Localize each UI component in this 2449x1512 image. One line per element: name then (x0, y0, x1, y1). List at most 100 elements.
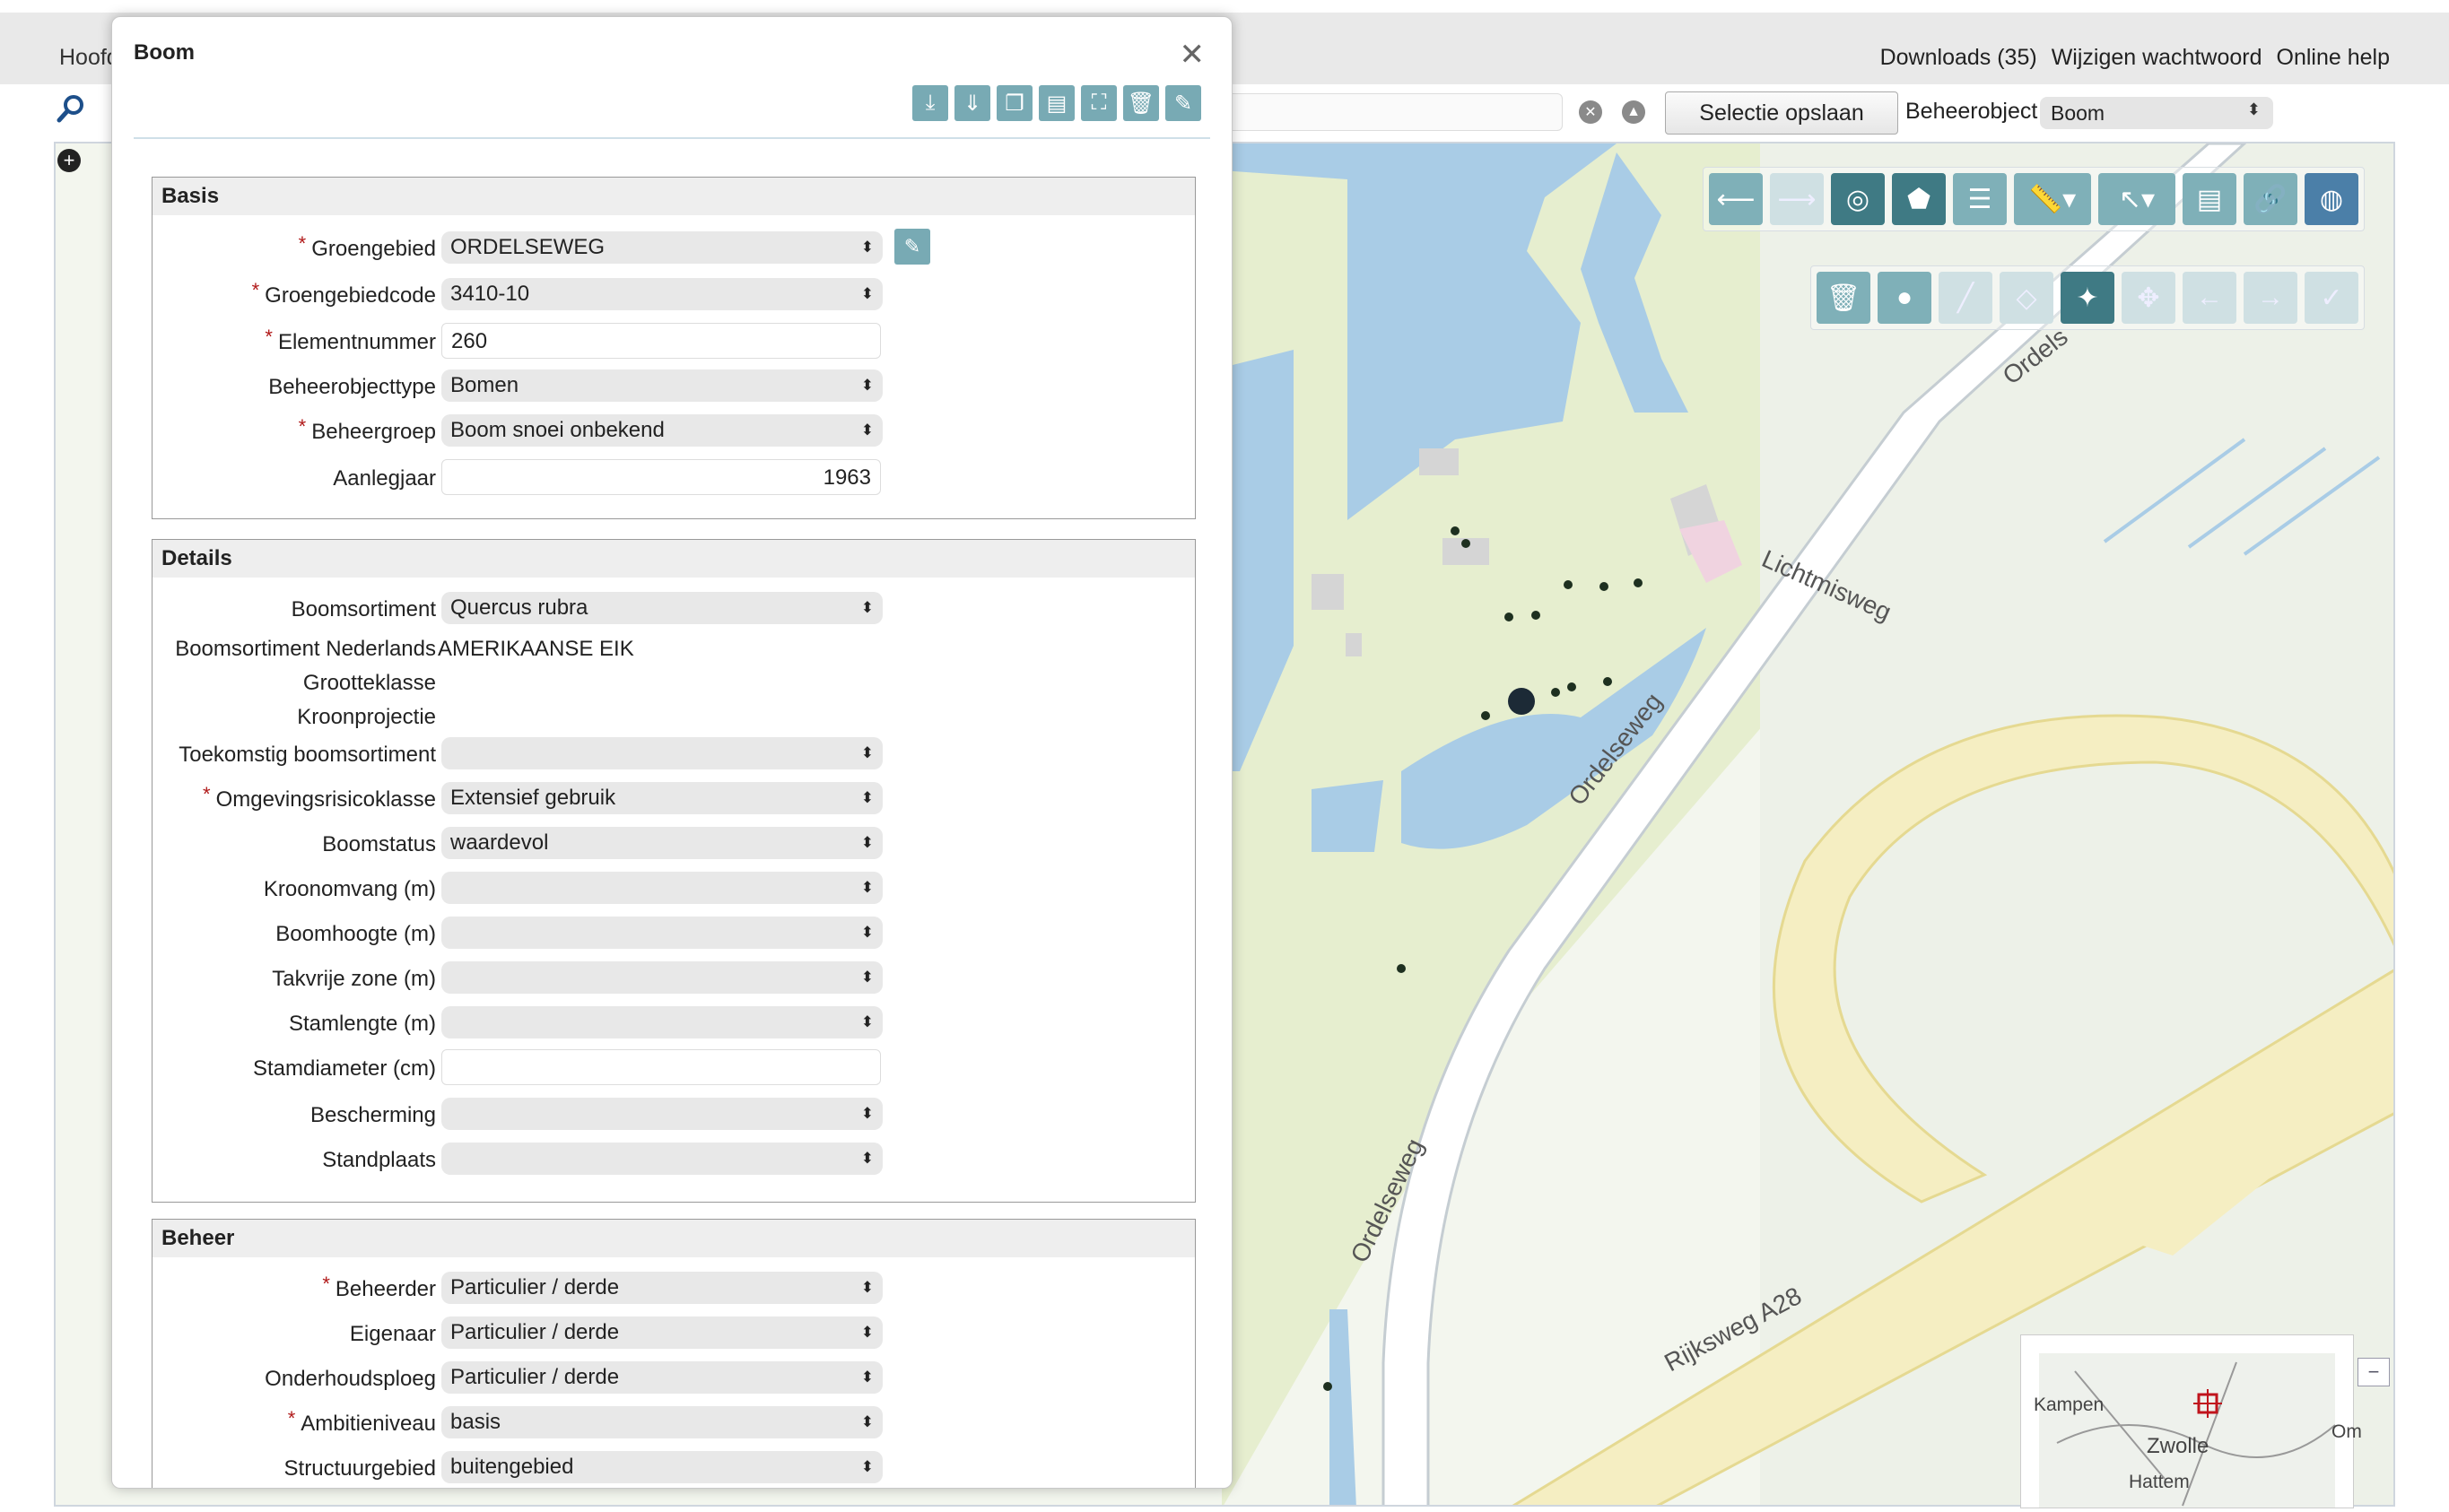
field-takvrije-zone: Takvrije zone (m) ⬍ (153, 960, 1195, 995)
boomstatus-select[interactable]: waardevol ⬍ (441, 827, 883, 859)
select-arrows-icon: ⬍ (860, 421, 874, 439)
field-label: Groengebiedcode (265, 283, 436, 308)
downloads-link[interactable]: Downloads (35) (1880, 45, 2037, 71)
undo-icon[interactable]: ← (2183, 272, 2236, 324)
edit-pencil-icon[interactable]: ✎ (894, 229, 930, 265)
measure-icon[interactable]: 📏▾ (2014, 173, 2091, 225)
point-icon[interactable]: ● (1878, 272, 1931, 324)
select-value: ORDELSEWEG (450, 235, 606, 259)
stamdiameter-input[interactable] (441, 1049, 881, 1085)
select-value: 3410-10 (450, 282, 530, 306)
download-all-icon[interactable]: ⇓ (954, 85, 990, 121)
section-title: Beheer (153, 1220, 1195, 1257)
select-arrows-icon: ⬍ (860, 239, 874, 256)
overview-map[interactable]: Kampen Zwolle Hattem Om (2020, 1334, 2362, 1508)
select-arrows-icon: ⬍ (860, 1458, 874, 1475)
beheerobject-select[interactable]: Boom ⬍ (2040, 97, 2273, 129)
back-arrow-icon[interactable]: ⟵ (1709, 173, 1763, 225)
document-icon[interactable]: ▤ (1039, 85, 1075, 121)
field-label: Ambitieniveau (301, 1412, 436, 1436)
required-marker: * (287, 1407, 296, 1429)
download-icon[interactable]: ⤓ (912, 85, 948, 121)
search-input[interactable] (1220, 93, 1563, 131)
trash-icon[interactable]: 🗑 (1123, 85, 1159, 121)
field-label: Toekomstig boomsortiment (179, 743, 436, 767)
dialog-title: Boom (134, 40, 195, 65)
print-icon[interactable]: ▤ (2183, 173, 2236, 225)
beheerder-select[interactable]: Particulier / derde ⬍ (441, 1272, 883, 1304)
overview-label: Kampen (2034, 1395, 2105, 1415)
field-boomsortiment: Boomsortiment Quercus rubra ⬍ (153, 590, 1195, 626)
polygon-icon[interactable]: ⬟ (1892, 173, 1946, 225)
edit-polygon-icon[interactable]: ✦ (2061, 272, 2114, 324)
boomsortiment-select[interactable]: Quercus rubra ⬍ (441, 592, 883, 624)
divider (134, 137, 1210, 139)
stamlengte-select[interactable]: ⬍ (441, 1006, 883, 1038)
overview-collapse-icon[interactable]: − (2357, 1358, 2390, 1386)
kroonomvang-select[interactable]: ⬍ (441, 872, 883, 904)
omgevingsrisicoklasse-select[interactable]: Extensief gebruik ⬍ (441, 782, 883, 814)
line-icon[interactable]: ╱ (1939, 272, 1992, 324)
overview-label: Zwolle (2147, 1434, 2209, 1458)
bescherming-select[interactable]: ⬍ (441, 1098, 883, 1130)
field-label: Omgevingsrisicoklasse (215, 787, 436, 812)
select-arrows-icon: ⬍ (2246, 100, 2261, 118)
beheerobjecttype-select[interactable]: Bomen ⬍ (441, 369, 883, 402)
redo-icon[interactable]: → (2244, 272, 2297, 324)
select-arrows-icon: ⬍ (860, 1013, 874, 1030)
collapse-icon[interactable]: ▲ (1622, 100, 1645, 124)
field-stamlengte: Stamlengte (m) ⬍ (153, 1004, 1195, 1040)
home-link[interactable]: Hoofd (59, 45, 119, 71)
zoom-to-icon[interactable]: ⛶ (1081, 85, 1117, 121)
select-pointer-icon[interactable]: ↖▾ (2098, 173, 2175, 225)
select-value: Extensief gebruik (450, 786, 616, 810)
beheergroep-select[interactable]: Boom snoei onbekend ⬍ (441, 414, 883, 447)
link-icon[interactable]: 🔗 (2244, 173, 2297, 225)
clear-search-icon[interactable]: ✕ (1579, 100, 1602, 124)
check-icon[interactable]: ✓ (2305, 272, 2358, 324)
field-eigenaar: Eigenaar Particulier / derde ⬍ (153, 1315, 1195, 1351)
shape-icon[interactable]: ◇ (2000, 272, 2053, 324)
field-boomsortiment-nl: Boomsortiment Nederlands AMERIKAANSE EIK (153, 630, 1195, 665)
field-structuurgebied: Structuurgebied buitengebied ⬍ (153, 1449, 1195, 1485)
field-aanlegjaar: Aanlegjaar 1963 (153, 459, 1195, 495)
eigenaar-select[interactable]: Particulier / derde ⬍ (441, 1316, 883, 1349)
move-icon[interactable]: ✥ (2122, 272, 2175, 324)
delete-icon[interactable]: 🗑 (1817, 272, 1870, 324)
field-label: Boomsortiment Nederlands (175, 637, 436, 661)
ambitieniveau-select[interactable]: basis ⬍ (441, 1406, 883, 1438)
save-selection-button[interactable]: Selectie opslaan (1665, 91, 1898, 135)
elementnummer-input[interactable]: 260 (441, 323, 881, 359)
field-kroonomvang: Kroonomvang (m) ⬍ (153, 870, 1195, 906)
structuurgebied-select[interactable]: buitengebied ⬍ (441, 1451, 883, 1483)
online-help-link[interactable]: Online help (2277, 45, 2390, 71)
target-icon[interactable]: ◎ (1831, 173, 1885, 225)
zoom-in-icon[interactable]: + (57, 149, 81, 172)
aanlegjaar-input[interactable]: 1963 (441, 459, 881, 495)
change-password-link[interactable]: Wijzigen wachtwoord (2052, 45, 2262, 71)
onderhoudsploeg-select[interactable]: Particulier / derde ⬍ (441, 1361, 883, 1394)
select-arrows-icon: ⬍ (860, 789, 874, 806)
edit-icon[interactable]: ✎ (1165, 85, 1201, 121)
boomhoogte-select[interactable]: ⬍ (441, 917, 883, 949)
field-bescherming: Bescherming ⬍ (153, 1096, 1195, 1132)
copy-icon[interactable]: ❐ (997, 85, 1033, 121)
search-icon[interactable] (56, 93, 86, 124)
field-onderhoudsploeg: Onderhoudsploeg Particulier / derde ⬍ (153, 1360, 1195, 1395)
select-arrows-icon: ⬍ (860, 879, 874, 896)
toekomstig-boomsortiment-select[interactable]: ⬍ (441, 737, 883, 769)
layers-icon[interactable]: ☰ (1953, 173, 2007, 225)
map-toolbar-edit: 🗑 ● ╱ ◇ ✦ ✥ ← → ✓ (1810, 265, 2365, 330)
close-icon[interactable]: ✕ (1180, 37, 1206, 73)
field-label: Bescherming (309, 1103, 436, 1127)
standplaats-select[interactable]: ⬍ (441, 1143, 883, 1175)
forward-arrow-icon[interactable]: ⟶ (1770, 173, 1824, 225)
dialog-toolbar: ⤓ ⇓ ❐ ▤ ⛶ 🗑 ✎ (912, 85, 1201, 121)
required-marker: * (322, 1273, 330, 1295)
field-label: Stamlengte (m) (288, 1012, 436, 1036)
groengebiedcode-select[interactable]: 3410-10 ⬍ (441, 278, 883, 310)
takvrije-zone-select[interactable]: ⬍ (441, 961, 883, 994)
globe-icon[interactable]: ◍ (2305, 173, 2358, 225)
field-beheergroep: * Beheergroep Boom snoei onbekend ⬍ (153, 413, 1195, 448)
groengebied-select[interactable]: ORDELSEWEG ⬍ (441, 231, 883, 264)
